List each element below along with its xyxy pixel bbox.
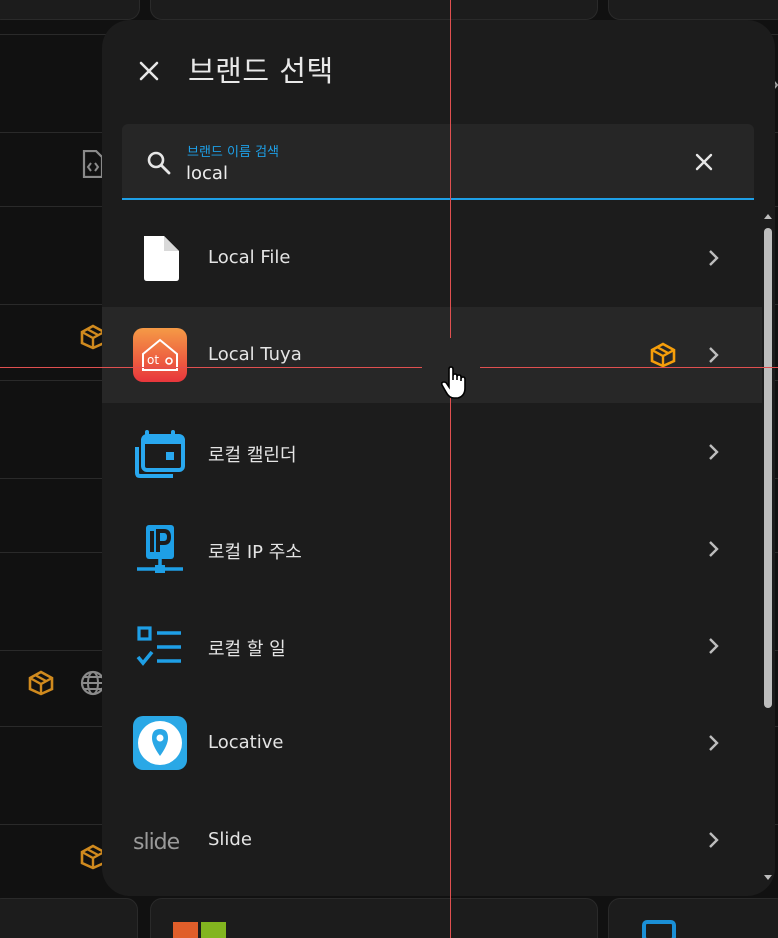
chevron-right-icon [709, 832, 719, 848]
file-icon [144, 236, 179, 281]
list-item-label: Slide [208, 829, 252, 850]
hand-pointer-cursor-icon [440, 366, 466, 399]
slide-logo: slide [133, 830, 181, 855]
crosshair-vertical [450, 398, 451, 938]
ip-network-icon [137, 525, 183, 573]
calendar-icon [135, 430, 185, 478]
list-item-label: 로컬 할 일 [208, 639, 286, 660]
list-item-label: 로컬 캘린더 [208, 445, 297, 466]
background-card [0, 0, 140, 20]
list-item-slide[interactable]: slide Slide [102, 792, 762, 888]
crosshair-vertical [450, 0, 451, 338]
list-item-local-tuya[interactable]: ot Local Tuya [102, 307, 762, 403]
chevron-right-icon [709, 541, 719, 557]
custom-integration-icon [650, 342, 676, 368]
close-icon [139, 61, 159, 81]
dialog-header: 브랜드 선택 [102, 20, 775, 120]
search-label: 브랜드 이름 검색 [187, 145, 279, 160]
scroll-up-arrow-icon[interactable] [764, 212, 772, 220]
device-icon [642, 920, 676, 938]
brand-select-dialog: 브랜드 선택 브랜드 이름 검색 Local File ot Local Tuy… [102, 20, 775, 896]
close-button[interactable] [132, 54, 166, 88]
clear-search-icon[interactable] [692, 150, 716, 174]
chevron-right-icon [709, 735, 719, 751]
chevron-right-icon [709, 250, 719, 266]
background-card [0, 898, 138, 938]
search-input[interactable] [186, 160, 666, 186]
list-item-label: 로컬 IP 주소 [208, 542, 302, 563]
search-field[interactable]: 브랜드 이름 검색 [122, 124, 754, 200]
list-item-label: Local Tuya [208, 344, 302, 365]
list-item-local-todo[interactable]: 로컬 할 일 [102, 598, 762, 694]
svg-text:slide: slide [133, 830, 180, 855]
list-item-label: Locative [208, 732, 284, 753]
list-item-label: Local File [208, 247, 291, 268]
background-card [608, 898, 778, 938]
svg-text:ot: ot [147, 353, 159, 367]
background-card [608, 0, 778, 20]
background-card [150, 0, 598, 20]
list-item-locative[interactable]: Locative [102, 695, 762, 791]
chevron-right-icon [709, 638, 719, 654]
list-item-local-file[interactable]: Local File [102, 210, 762, 306]
chevron-right-icon [709, 347, 719, 363]
crosshair-horizontal [0, 367, 422, 368]
package-icon [84, 0, 106, 6]
tuya-icon: ot [133, 328, 187, 382]
list-item-local-ip[interactable]: 로컬 IP 주소 [102, 501, 762, 597]
scrollbar-thumb[interactable] [764, 228, 772, 708]
crosshair-horizontal [480, 367, 778, 368]
microsoft-logo [173, 922, 226, 938]
dialog-title: 브랜드 선택 [188, 54, 334, 88]
locative-icon [133, 716, 187, 770]
code-file-icon [82, 150, 104, 178]
todo-list-icon [136, 626, 181, 666]
list-item-local-calendar[interactable]: 로컬 캘린더 [102, 404, 762, 500]
package-icon [28, 670, 54, 696]
search-icon [147, 151, 171, 175]
scroll-down-arrow-icon[interactable] [764, 874, 772, 882]
chevron-right-icon [709, 444, 719, 460]
